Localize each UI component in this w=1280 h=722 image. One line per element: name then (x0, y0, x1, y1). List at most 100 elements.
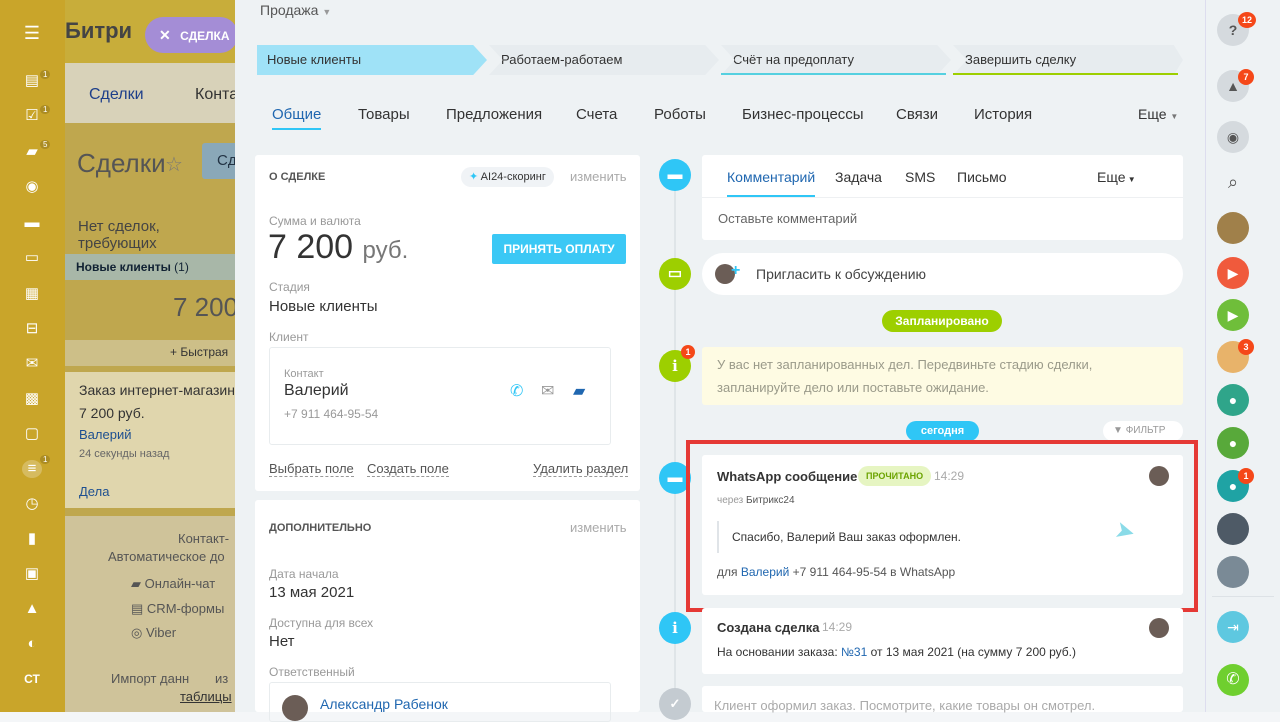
planned-notice: У вас нет запланированных дел. Передвинь… (702, 347, 1183, 405)
contact-name[interactable]: Валерий (284, 382, 349, 400)
tab-general[interactable]: Общие (272, 106, 322, 130)
activity-tab-sms[interactable]: SMS (905, 169, 935, 185)
phone-icon[interactable]: ✆ (1217, 664, 1249, 696)
cart-icon[interactable]: ▬ (22, 214, 42, 232)
bg-quick-add[interactable]: + Быстрая (170, 345, 228, 359)
select-field-link[interactable]: Выбрать поле (269, 461, 354, 477)
chevron-down-icon: ▼ (1170, 112, 1179, 121)
tab-business-processes[interactable]: Бизнес-процессы (742, 106, 864, 123)
stage-new-clients[interactable]: Новые клиенты (257, 45, 487, 75)
avatar[interactable] (1149, 466, 1169, 486)
avatar[interactable] (1149, 618, 1169, 638)
bg-card-client[interactable]: Валерий (79, 427, 131, 442)
drive-icon[interactable]: ⊟ (22, 320, 42, 338)
amount-currency: руб. (362, 237, 409, 264)
tabs-more[interactable]: Еще ▼ (1138, 106, 1178, 122)
bg-card-title[interactable]: Заказ интернет-магазин (79, 382, 235, 398)
search-icon[interactable]: ⌕ (1217, 166, 1249, 198)
window-icon[interactable]: ▢ (22, 425, 42, 443)
reports-icon[interactable]: ▮ (22, 530, 42, 548)
stage-underline (953, 73, 1178, 75)
tab-quotes[interactable]: Предложения (446, 106, 542, 123)
additional-edit-link[interactable]: изменить (570, 520, 627, 535)
mail-icon[interactable]: ✉ (541, 381, 554, 401)
menu-icon[interactable]: ☰ (22, 24, 42, 42)
video-call-icon[interactable]: ▶ (1217, 257, 1249, 289)
created-time: 14:29 (822, 620, 853, 634)
bg-channel-viber[interactable]: ◎ Viber (131, 625, 176, 641)
amount-label: Сумма и валюта (269, 214, 361, 228)
delete-section-link[interactable]: Удалить раздел (533, 461, 629, 477)
filter-label: ФИЛЬТР (1125, 425, 1166, 436)
scoring-label: AI24-скоринг (480, 171, 546, 183)
mail-icon[interactable]: ✉ (22, 355, 42, 373)
amount-number: 7 200 (268, 228, 354, 266)
lab-icon[interactable]: ▲ (22, 600, 42, 618)
user-icon[interactable]: ● (1217, 384, 1249, 416)
tab-products[interactable]: Товары (358, 106, 410, 123)
tab-robots[interactable]: Роботы (654, 106, 706, 123)
stage-working[interactable]: Работаем-работаем (489, 45, 719, 75)
accept-payment-button[interactable]: ПРИНЯТЬ ОПЛАТУ (492, 234, 626, 264)
created-order-link[interactable]: №31 (841, 645, 867, 659)
contact-phone[interactable]: +7 911 464-95-54 (284, 407, 378, 421)
star-icon[interactable]: ☆ (165, 152, 183, 177)
phone-icon[interactable]: ✆ (510, 381, 523, 401)
store-icon[interactable]: ▭ (22, 249, 42, 267)
avatar[interactable] (1217, 556, 1249, 588)
comment-input[interactable]: Оставьте комментарий (718, 211, 857, 226)
start-date-value: 13 мая 2021 (269, 584, 355, 601)
groups-icon[interactable]: ◉ (22, 178, 42, 196)
timeline-filter[interactable]: ▼ ФИЛЬТР (1103, 421, 1183, 441)
tab-invoices[interactable]: Счета (576, 106, 617, 123)
activity-tab-comment[interactable]: Комментарий (727, 169, 816, 197)
avatar[interactable] (1217, 513, 1249, 545)
stage-label: Новые клиенты (267, 52, 362, 67)
bg-channel-chat[interactable]: ▰ Онлайн-чат (131, 576, 215, 592)
bg-column-name: Новые клиенты (76, 260, 171, 274)
contacts-icon[interactable]: ▣ (22, 565, 42, 583)
user-icon[interactable]: ● (1217, 427, 1249, 459)
tasks-icon[interactable]: ☑ (22, 107, 42, 125)
clock-icon[interactable]: ◷ (22, 495, 42, 513)
avatar[interactable] (282, 695, 308, 721)
apps-icon[interactable]: ▩ (22, 390, 42, 408)
wa-via-prefix: через (717, 495, 744, 506)
bg-card-tasks[interactable]: Дела (79, 484, 109, 499)
category-selector[interactable]: Продажа ▼ (260, 2, 331, 18)
bg-channel-forms[interactable]: ▤ CRM-формы (131, 601, 224, 617)
close-icon[interactable]: ✕ (159, 27, 171, 43)
tab-history[interactable]: История (974, 106, 1032, 123)
stage-finish-deal[interactable]: Завершить сделку (953, 45, 1183, 75)
ai-scoring-badge[interactable]: ✦ AI24-скоринг (461, 167, 554, 187)
stage-prepay-invoice[interactable]: Счёт на предоплату (721, 45, 951, 75)
category-label: Продажа (260, 2, 319, 18)
created-prefix: На основании заказа: (717, 645, 838, 659)
create-field-link[interactable]: Создать поле (367, 461, 449, 477)
messenger-icon[interactable]: ◉ (1217, 121, 1249, 153)
bg-tab-contacts[interactable]: Конта (195, 86, 238, 104)
calendar-icon[interactable]: ▦ (22, 285, 42, 303)
feed-icon[interactable]: ▤ (22, 72, 42, 90)
crm-icon[interactable]: ≡ (22, 460, 42, 478)
deal-slider-label[interactable]: ✕ СДЕЛКА (145, 17, 238, 53)
activity-tab-task[interactable]: Задача (835, 169, 882, 185)
avatar[interactable] (1217, 212, 1249, 244)
about-edit-link[interactable]: изменить (570, 169, 627, 184)
exit-icon[interactable]: ⇥ (1217, 611, 1249, 643)
ct-label[interactable]: СТ (22, 670, 42, 688)
background-crm-app: Битри Сделки Конта Сделки ☆ Сд Нет сдело… (65, 0, 240, 712)
chat-icon[interactable]: ▰ (573, 381, 585, 401)
form-icon: ▤ (131, 601, 144, 616)
tab-links[interactable]: Связи (896, 106, 938, 123)
bg-tab-deals[interactable]: Сделки (89, 86, 144, 104)
wa-to-name[interactable]: Валерий (741, 565, 789, 579)
globe-icon[interactable]: ◐ (22, 635, 42, 653)
activity-more[interactable]: Еще ▼ (1097, 169, 1136, 185)
activity-tab-email[interactable]: Письмо (957, 169, 1007, 185)
responsible-name[interactable]: Александр Рабенок (320, 696, 448, 712)
bg-import-tables[interactable]: таблицы (180, 689, 232, 704)
invite-discussion[interactable]: + Пригласить к обсуждению (702, 253, 1183, 295)
chat-icon[interactable]: ▰ (22, 143, 42, 161)
video-icon[interactable]: ▶ (1217, 299, 1249, 331)
